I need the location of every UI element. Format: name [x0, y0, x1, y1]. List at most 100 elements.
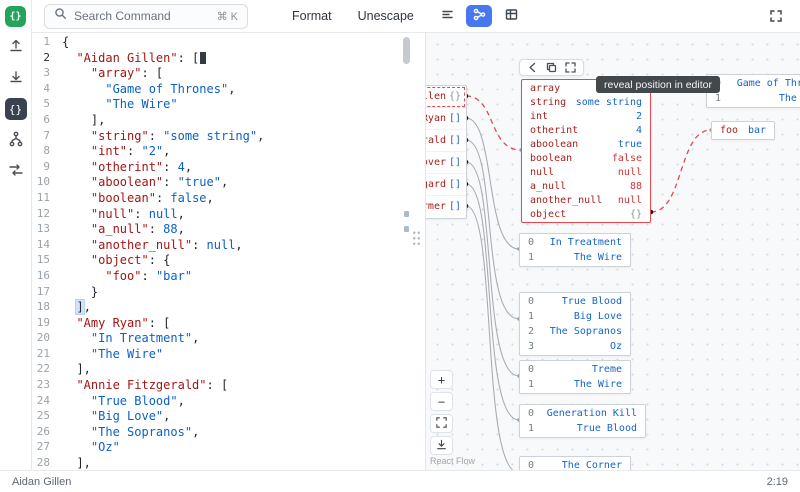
code-line[interactable]: 7 "string": "some string", — [32, 129, 425, 145]
graph-node-annie-fitzgerald[interactable]: 0True Blood1Big Love2The Sopranos3Oz — [519, 292, 631, 356]
line-number: 27 — [32, 440, 62, 456]
format-button[interactable]: Format — [292, 9, 332, 23]
code-line[interactable]: 28 ], — [32, 456, 425, 470]
node-row: a_null88 — [522, 179, 650, 193]
line-number: 22 — [32, 362, 62, 378]
code-line[interactable]: 9 "otherint": 4, — [32, 160, 425, 176]
line-number: 5 — [32, 97, 62, 113]
graph-node-amy-ryan[interactable]: 0In Treatment1The Wire — [519, 233, 631, 267]
line-number: 15 — [32, 253, 62, 269]
code-line[interactable]: 22 ], — [32, 362, 425, 378]
graph-node-alice-farmer[interactable]: 0The Corner — [519, 456, 631, 470]
code-line[interactable]: 17 } — [32, 285, 425, 301]
line-number: 20 — [32, 331, 62, 347]
line-number: 25 — [32, 409, 62, 425]
code-text: "Amy Ryan": [ — [62, 316, 170, 332]
search-command-input[interactable]: Search Command ⌘ K — [44, 4, 248, 29]
download-image-button[interactable] — [430, 436, 453, 455]
code-line[interactable]: 23 "Annie Fitzgerald": [ — [32, 378, 425, 394]
root-node-row[interactable]: Alexander Skarsgard[] — [425, 174, 466, 196]
code-line[interactable]: 15 "object": { — [32, 253, 425, 269]
icon-sidebar: {} {} — [0, 0, 32, 470]
root-object-node[interactable]: Aidan Gillen{}Amy Ryan[]Annie Fitzgerald… — [425, 85, 467, 219]
graph-node-foo-object[interactable]: foo bar — [711, 121, 775, 140]
code-line[interactable]: 12 "null": null, — [32, 207, 425, 223]
selected-object-node[interactable]: arraystringsome stringint2otherint4abool… — [521, 79, 651, 223]
scrollbar-thumb[interactable] — [403, 37, 410, 64]
reactflow-attribution: React Flow — [430, 456, 475, 466]
graph-node-anwan-glover[interactable]: 0Treme1The Wire — [519, 360, 631, 394]
fullscreen-button[interactable] — [766, 7, 786, 27]
line-number: 28 — [32, 456, 62, 470]
code-line[interactable]: 2 "Aidan Gillen": [ — [32, 51, 425, 67]
root-node-row[interactable]: Aidan Gillen{} — [425, 86, 466, 108]
flow-tool-button[interactable] — [5, 129, 27, 151]
editor-scrollbar[interactable] — [403, 35, 410, 465]
json-editor-tool-button[interactable]: {} — [5, 98, 27, 120]
graph-canvas[interactable]: Aidan Gillen{}Amy Ryan[]Annie Fitzgerald… — [425, 33, 800, 470]
compare-tool-button[interactable] — [5, 160, 27, 182]
node-row: abooleantrue — [522, 137, 650, 151]
git-fork-icon — [8, 131, 24, 150]
line-number: 10 — [32, 175, 62, 191]
root-node-row[interactable]: Annie Fitzgerald[] — [425, 130, 466, 152]
app-logo-icon[interactable]: {} — [5, 6, 26, 27]
code-line[interactable]: 24 "True Blood", — [32, 394, 425, 410]
download-icon — [8, 69, 24, 88]
code-line[interactable]: 27 "Oz" — [32, 440, 425, 456]
node-value: bar — [748, 125, 766, 136]
code-text: "The Wire" — [62, 347, 163, 363]
code-text: "boolean": false, — [62, 191, 214, 207]
graph-node-alexander-skarsgard[interactable]: 0Generation Kill1True Blood — [519, 404, 646, 438]
unescape-button[interactable]: Unescape — [358, 9, 414, 23]
code-line[interactable]: 18 ], — [32, 300, 425, 316]
line-number: 9 — [32, 160, 62, 176]
node-row: 3Oz — [520, 339, 630, 354]
code-line[interactable]: 8 "int": "2", — [32, 144, 425, 160]
root-node-row[interactable]: Amy Ryan[] — [425, 108, 466, 130]
code-line[interactable]: 16 "foo": "bar" — [32, 269, 425, 285]
focus-icon[interactable] — [565, 62, 576, 73]
back-arrow-icon[interactable] — [527, 62, 538, 73]
code-text: "The Wire" — [62, 97, 178, 113]
code-line[interactable]: 4 "Game of Thrones", — [32, 82, 425, 98]
code-line[interactable]: 26 "The Sopranos", — [32, 425, 425, 441]
search-icon — [54, 7, 67, 25]
root-node-row[interactable]: Anwan Glover[] — [425, 152, 466, 174]
status-bar: Aidan Gillen 2:19 — [0, 470, 800, 492]
line-number: 16 — [32, 269, 62, 285]
download-button[interactable] — [5, 67, 27, 89]
graph-node-aidan-array[interactable]: 0Game of Thrones1The Wire — [706, 74, 800, 108]
node-key: foo — [720, 125, 738, 136]
zoom-in-button[interactable]: + — [430, 370, 453, 389]
node-row: 1The Wire — [707, 91, 800, 106]
code-line[interactable]: 25 "Big Love", — [32, 409, 425, 425]
export-button[interactable] — [5, 36, 27, 58]
cursor-position: 2:19 — [767, 476, 788, 488]
code-line[interactable]: 10 "aboolean": "true", — [32, 175, 425, 191]
code-line[interactable]: 3 "array": [ — [32, 66, 425, 82]
editor-view-button[interactable] — [434, 5, 460, 27]
line-number: 4 — [32, 82, 62, 98]
graph-icon — [473, 8, 486, 24]
graph-view-button[interactable] — [466, 5, 492, 27]
node-row: 0Game of Thrones — [707, 76, 800, 91]
table-view-button[interactable] — [498, 5, 524, 27]
code-line[interactable]: 6 ], — [32, 113, 425, 129]
code-text: "another_null": null, — [62, 238, 243, 254]
code-line[interactable]: 14 "another_null": null, — [32, 238, 425, 254]
code-line[interactable]: 13 "a_null": 88, — [32, 222, 425, 238]
code-line[interactable]: 19 "Amy Ryan": [ — [32, 316, 425, 332]
code-line[interactable]: 5 "The Wire" — [32, 97, 425, 113]
copy-icon[interactable] — [546, 62, 557, 73]
code-line[interactable]: 20 "In Treatment", — [32, 331, 425, 347]
code-line[interactable]: 1{ — [32, 35, 425, 51]
panel-resize-handle[interactable] — [412, 230, 421, 247]
root-node-row[interactable]: Alice Farmer[] — [425, 196, 466, 218]
code-line[interactable]: 21 "The Wire" — [32, 347, 425, 363]
json-editor[interactable]: 1{2 "Aidan Gillen": [3 "array": [4 "Game… — [32, 33, 425, 470]
code-text: "object": { — [62, 253, 170, 269]
fit-view-button[interactable] — [430, 414, 453, 433]
zoom-out-button[interactable]: − — [430, 392, 453, 411]
code-line[interactable]: 11 "boolean": false, — [32, 191, 425, 207]
